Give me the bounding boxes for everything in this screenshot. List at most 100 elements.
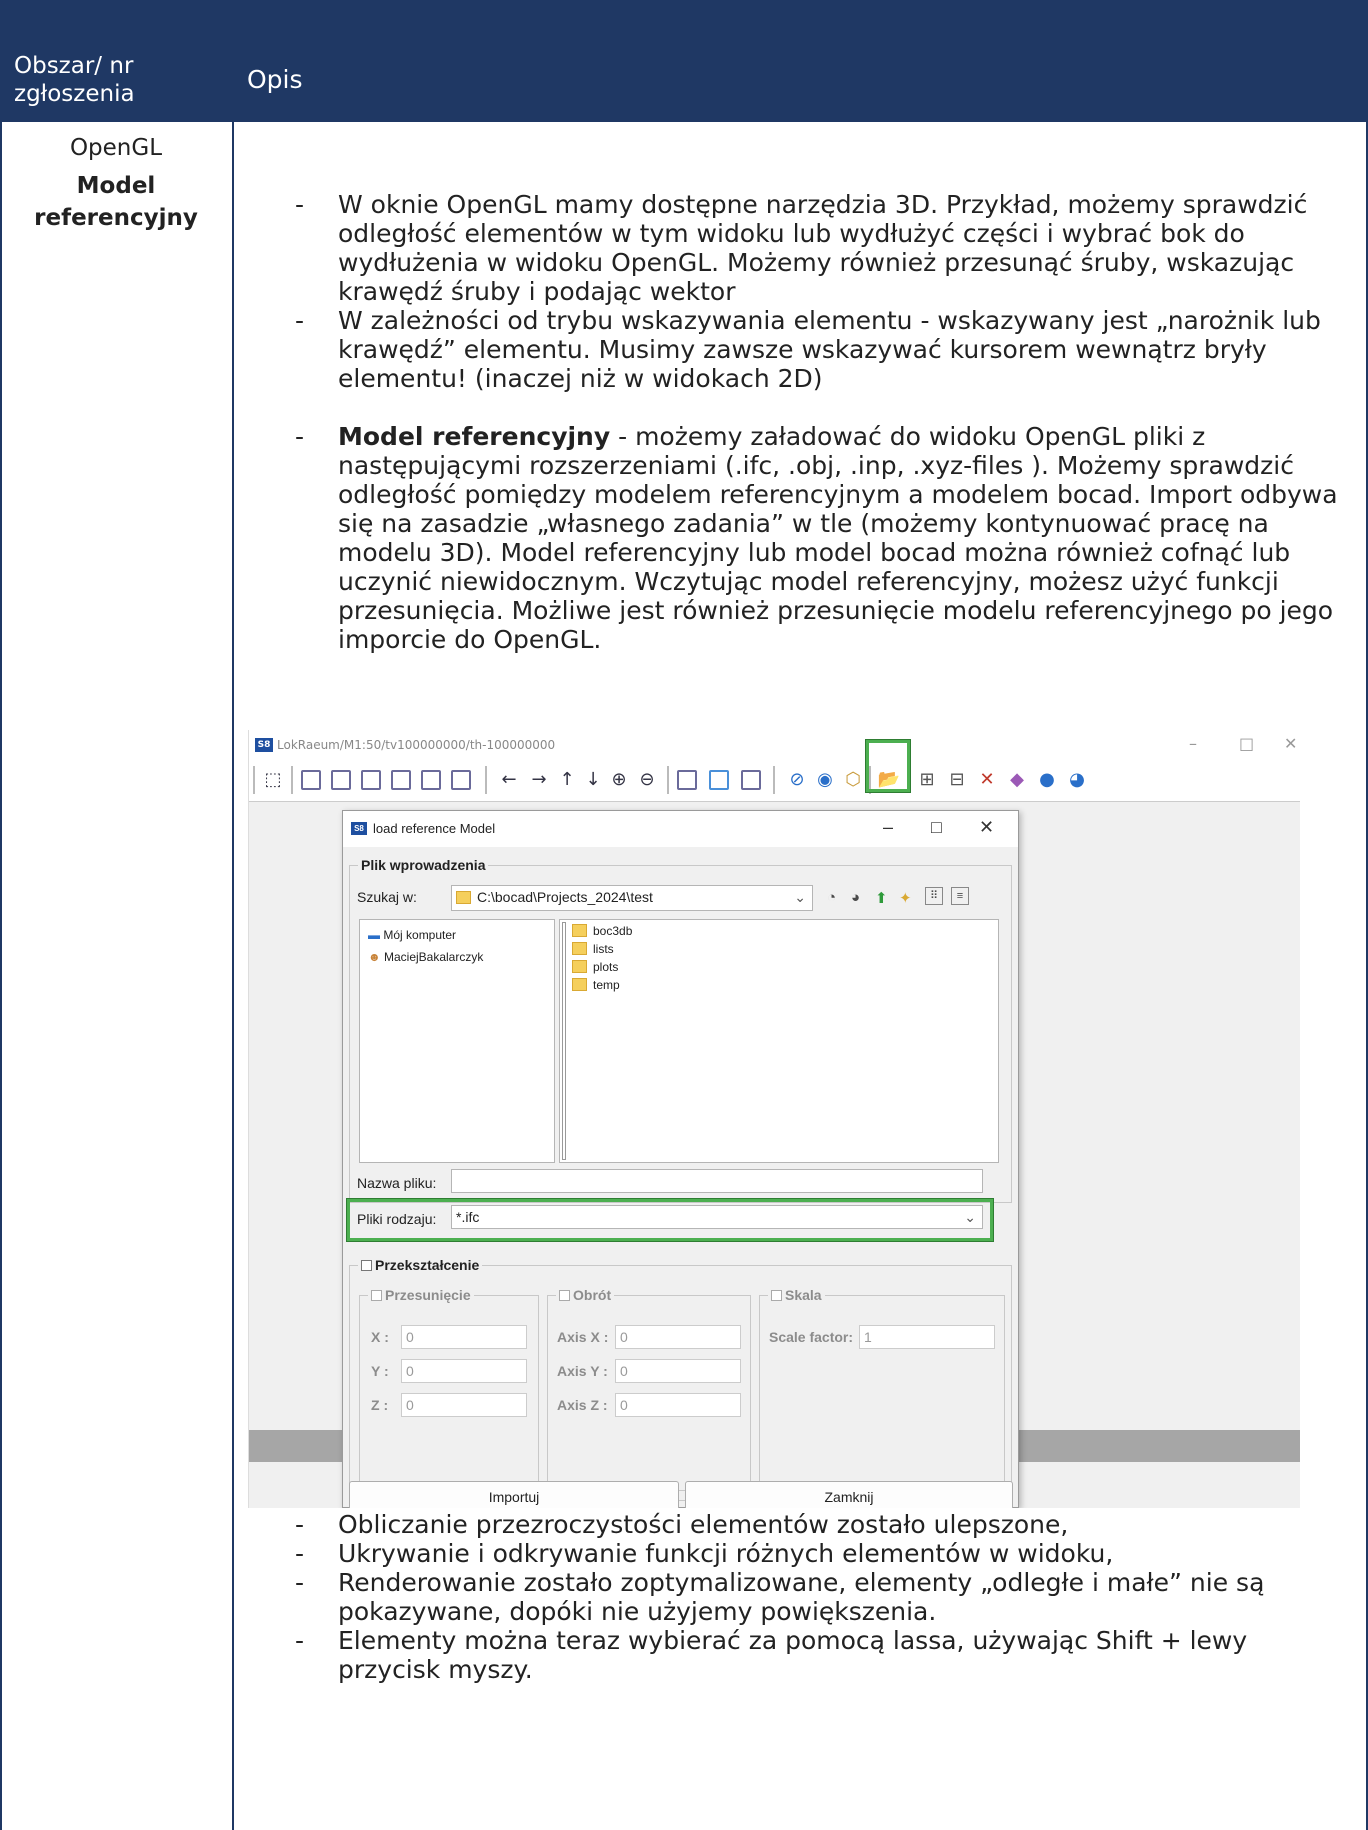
close-button[interactable]: Zamknij (685, 1481, 1013, 1508)
shift-z-input[interactable]: 0 (401, 1393, 527, 1417)
select-icon[interactable]: ⬚ (261, 768, 285, 792)
description-cell: W oknie OpenGL mamy dostępne narzędzia 3… (245, 190, 1355, 654)
reference-visibility-icon[interactable]: ● (1035, 768, 1059, 792)
list-item[interactable]: ☻ MaciejBakalarczyk (368, 950, 483, 964)
bullet-bold-term: Model referencyjny (338, 422, 611, 451)
list-item[interactable]: boc3db (572, 924, 632, 938)
rotation-x-label: Axis X : (557, 1329, 609, 1345)
close-icon[interactable]: ✕ (1284, 734, 1297, 753)
transform-checkbox[interactable]: Przekształcenie (358, 1257, 483, 1273)
header-area-column: Obszar/ nr zgłoszenia (14, 53, 135, 107)
shift-y-label: Y : (371, 1363, 389, 1379)
folder-icon (572, 978, 587, 991)
list-view-icon[interactable]: ⠿ (925, 887, 943, 905)
shift-y-input[interactable]: 0 (401, 1359, 527, 1383)
forward-icon[interactable]: ◕ (851, 889, 860, 906)
list-item[interactable]: plots (572, 960, 618, 974)
list-item[interactable]: lists (572, 942, 614, 956)
rotation-y-label: Axis Y : (557, 1363, 608, 1379)
app-toolbar: ⬚ ← → ↑ ↓ ⊕ ⊖ ⊘ ◉ ⬡ 📂 ⊞ ⊟ ✕ ◆ ● ◕ (249, 740, 1300, 802)
look-in-value: C:\bocad\Projects_2024\test (477, 889, 653, 905)
table-header: Obszar/ nr zgłoszenia Opis (0, 0, 1368, 122)
checkbox-icon (771, 1290, 782, 1301)
rotation-checkbox[interactable]: Obrót (556, 1287, 615, 1303)
look-in-label: Szukaj w: (357, 889, 417, 905)
arrow-down-icon[interactable]: ↓ (581, 768, 605, 792)
remove-reference-icon[interactable]: ✕ (975, 768, 999, 792)
user-icon: ☻ (368, 950, 381, 964)
back-icon[interactable]: ◔ (827, 889, 836, 906)
import-button[interactable]: Importuj (349, 1481, 679, 1508)
rotation-x-input[interactable]: 0 (615, 1325, 741, 1349)
filename-input[interactable] (451, 1169, 983, 1193)
arrow-up-icon[interactable]: ↑ (555, 768, 579, 792)
eye-icon[interactable]: ◉ (813, 768, 837, 792)
export-reference-icon[interactable]: ⊞ (915, 768, 939, 792)
view-cube-icon[interactable] (451, 770, 471, 790)
area-cell: OpenGL Model referencyjny (0, 130, 232, 234)
dialog-maximize-icon[interactable]: □ (931, 817, 942, 838)
bullet-item: W zależności od trybu wskazywania elemen… (245, 306, 1355, 393)
checkbox-icon (371, 1290, 382, 1301)
list-item[interactable]: ▬ Mój komputer (368, 928, 456, 942)
view-cube-icon[interactable] (677, 770, 697, 790)
view-cube-icon[interactable] (391, 770, 411, 790)
scale-factor-input[interactable]: 1 (859, 1325, 995, 1349)
shift-checkbox[interactable]: Przesunięcie (368, 1287, 474, 1303)
shift-x-input[interactable]: 0 (401, 1325, 527, 1349)
view-cube-icon[interactable] (709, 770, 729, 790)
reference-settings-icon[interactable]: ⊟ (945, 768, 969, 792)
dialog-close-icon[interactable]: ✕ (979, 817, 994, 838)
group-label: Plik wprowadzenia (358, 857, 489, 873)
arrow-left-icon[interactable]: ← (497, 768, 521, 792)
shift-x-label: X : (371, 1329, 389, 1345)
up-folder-icon[interactable]: ⬆ (875, 889, 888, 907)
bullet-text: - możemy załadować do widoku OpenGL plik… (338, 422, 1338, 654)
view-cube-icon[interactable] (421, 770, 441, 790)
hide-icon[interactable]: ⊘ (785, 768, 809, 792)
reference-info-icon[interactable]: ◕ (1065, 768, 1089, 792)
box-icon[interactable]: ⬡ (841, 768, 865, 792)
reference-tools-icon[interactable]: ◆ (1005, 768, 1029, 792)
new-folder-icon[interactable]: ✦ (899, 889, 912, 907)
rotation-y-input[interactable]: 0 (615, 1359, 741, 1383)
checkbox-icon (559, 1290, 570, 1301)
shift-z-label: Z : (371, 1397, 389, 1413)
app-titlebar: S8 LokRaeum/M1:50/tv100000000/th-1000000… (249, 730, 1300, 760)
bullet-item: Renderowanie zostało zoptymalizowane, el… (245, 1568, 1355, 1626)
list-item[interactable]: temp (572, 978, 620, 992)
zoom-in-icon[interactable]: ⊕ (607, 768, 631, 792)
places-list[interactable]: ▬ Mój komputer ☻ MaciejBakalarczyk (359, 919, 555, 1163)
app-screenshot: S8 LokRaeum/M1:50/tv100000000/th-1000000… (248, 730, 1300, 1508)
scale-checkbox[interactable]: Skala (768, 1287, 825, 1303)
filename-label: Nazwa pliku: (357, 1175, 437, 1191)
folder-list[interactable]: boc3db lists plots temp (559, 919, 999, 1163)
zoom-out-icon[interactable]: ⊖ (635, 768, 659, 792)
bullet-item: Elementy można teraz wybierać za pomocą … (245, 1626, 1355, 1684)
filetype-value: *.ifc (456, 1209, 480, 1225)
view-cube-icon[interactable] (361, 770, 381, 790)
chevron-down-icon: ⌄ (964, 1209, 976, 1225)
load-reference-model-icon[interactable]: 📂 (877, 768, 901, 792)
folder-icon (572, 942, 587, 955)
detail-view-icon[interactable]: ≡ (951, 887, 969, 905)
filetype-select[interactable]: *.ifc ⌄ (451, 1205, 983, 1229)
arrow-right-icon[interactable]: → (527, 768, 551, 792)
look-in-combo[interactable]: C:\bocad\Projects_2024\test ⌄ (451, 885, 813, 911)
rotation-z-input[interactable]: 0 (615, 1393, 741, 1417)
filetype-label: Pliki rodzaju: (357, 1211, 437, 1227)
folder-icon (572, 960, 587, 973)
bullet-item: Ukrywanie i odkrywanie funkcji różnych e… (245, 1539, 1355, 1568)
area-name: OpenGL (69, 135, 163, 161)
view-cube-icon[interactable] (331, 770, 351, 790)
view-cube-icon[interactable] (301, 770, 321, 790)
dialog-title: load reference Model (373, 821, 496, 836)
app-logo: S8 (255, 738, 273, 752)
folder-icon (456, 891, 471, 904)
view-cube-icon[interactable] (741, 770, 761, 790)
dialog-minimize-icon[interactable]: – (883, 817, 893, 838)
minimize-icon[interactable]: – (1189, 734, 1197, 753)
bullet-item: W oknie OpenGL mamy dostępne narzędzia 3… (245, 190, 1355, 306)
maximize-icon[interactable]: □ (1239, 734, 1254, 753)
app-window-title: LokRaeum/M1:50/tv100000000/th-100000000 (277, 738, 556, 752)
